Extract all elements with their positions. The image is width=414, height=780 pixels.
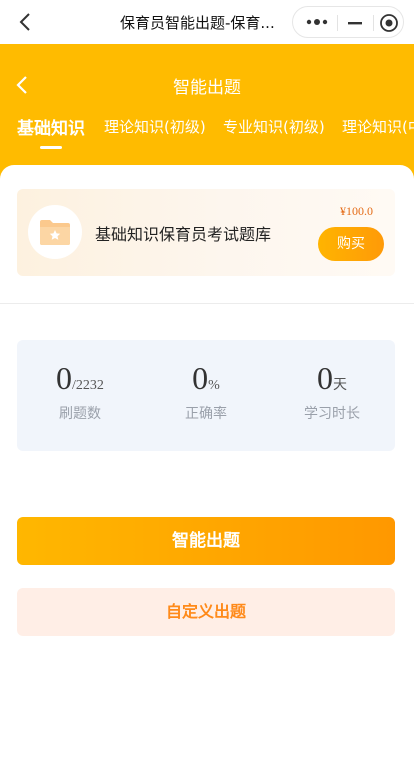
- capsule-divider: [337, 15, 338, 31]
- capsule-divider: [373, 15, 374, 31]
- stat-accuracy: 0% 正确率: [143, 360, 269, 423]
- stat-value: 0: [56, 360, 73, 396]
- smart-question-button[interactable]: 智能出题: [17, 517, 395, 565]
- stat-label: 正确率: [185, 406, 227, 422]
- active-tab-indicator: [40, 146, 62, 149]
- custom-question-button[interactable]: 自定义出题: [17, 588, 395, 636]
- stat-questions-done: 0/2232 刷题数: [17, 360, 143, 423]
- category-tabs: 基础知识 理论知识(初级) 专业知识(初级) 理论知识(中级): [0, 114, 414, 154]
- stat-label: 学习时长: [304, 406, 360, 422]
- stat-unit: /2232: [72, 378, 104, 393]
- bank-price: ¥100.0: [340, 204, 373, 218]
- header-title: 智能出题: [173, 78, 241, 98]
- capsule-menu: [292, 6, 404, 38]
- stat-unit: 天: [333, 377, 347, 393]
- tab-basic-knowledge[interactable]: 基础知识: [17, 114, 85, 139]
- folder-star-icon: [40, 220, 70, 245]
- tab-professional-beginner[interactable]: 专业知识(初级): [223, 116, 325, 137]
- mini-program-nav-bar: 保育员智能出题-保育...: [0, 0, 414, 44]
- stat-unit: %: [208, 378, 220, 393]
- tab-theory-intermediate[interactable]: 理论知识(中级): [342, 116, 414, 137]
- more-dots-icon[interactable]: [305, 16, 329, 28]
- tab-theory-beginner[interactable]: 理论知识(初级): [104, 116, 206, 137]
- stat-value: 0: [317, 360, 333, 396]
- buy-button[interactable]: 购买: [318, 227, 384, 261]
- page-title: 保育员智能出题-保育...: [120, 14, 275, 32]
- divider: [0, 303, 414, 304]
- stat-study-duration: 0天 学习时长: [269, 360, 395, 423]
- target-icon[interactable]: [379, 13, 399, 33]
- stat-label: 刷题数: [59, 406, 101, 422]
- main-content: 基础知识保育员考试题库 ¥100.0 购买 0/2232 刷题数 0% 正确率 …: [0, 165, 414, 780]
- bank-name: 基础知识保育员考试题库: [95, 225, 272, 244]
- minus-icon[interactable]: [343, 15, 367, 31]
- chevron-left-icon[interactable]: [14, 10, 38, 34]
- folder-icon-wrap: [28, 205, 82, 259]
- stat-value: 0: [192, 360, 209, 396]
- stats-panel: 0/2232 刷题数 0% 正确率 0天 学习时长: [17, 340, 395, 451]
- question-bank-card[interactable]: 基础知识保育员考试题库 ¥100.0 购买: [17, 189, 395, 276]
